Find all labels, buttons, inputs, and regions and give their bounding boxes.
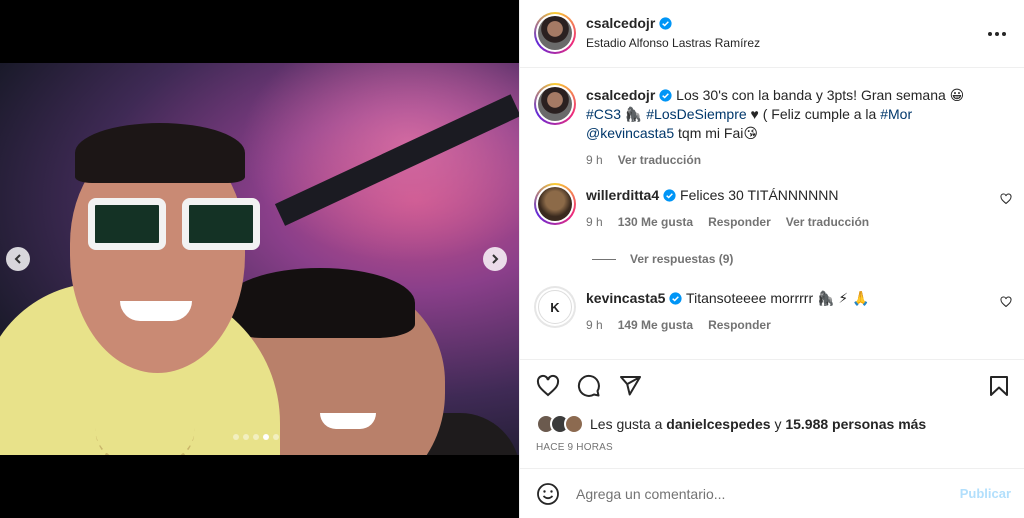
comment-username[interactable]: willerditta4	[586, 187, 659, 203]
header-username[interactable]: csalcedojr	[586, 15, 655, 31]
share-send-icon[interactable]	[618, 374, 642, 398]
like-heart-icon[interactable]	[536, 374, 560, 398]
likes-connector: y	[774, 416, 782, 432]
verified-badge-icon	[659, 89, 672, 102]
likes-prefix: Les gusta a	[590, 416, 663, 432]
gorilla-emoji: 🦍	[624, 106, 643, 122]
hashtag-losdesiempre[interactable]: #LosDeSiempre	[646, 106, 746, 122]
comment-time[interactable]: 9 h	[586, 316, 603, 335]
reply-button[interactable]: Responder	[708, 316, 771, 335]
likes-count[interactable]: 15.988 personas más	[785, 416, 926, 432]
slide-indicator	[233, 434, 279, 440]
right-lens	[182, 198, 260, 250]
previous-slide-button[interactable]	[6, 247, 30, 271]
person-1-sunglasses	[88, 198, 260, 250]
post-header: csalcedojr Estadio Alfonso Lastras Ramír…	[520, 0, 1024, 68]
slide-dot	[273, 434, 279, 440]
hashtag-mor[interactable]: #Mor	[880, 106, 912, 122]
person-2-smile	[320, 413, 376, 429]
slide-dot	[263, 434, 269, 440]
reply-button[interactable]: Responder	[708, 213, 771, 232]
verified-badge-icon	[669, 292, 682, 305]
comment-text: Felices 30 TITÁNNNNNN	[680, 187, 839, 203]
left-lens	[88, 198, 166, 250]
caption-avatar[interactable]	[534, 83, 576, 125]
view-replies-button[interactable]: Ver respuestas (9)	[592, 252, 733, 266]
verified-badge-icon	[659, 17, 672, 30]
liker-avatar	[564, 414, 584, 434]
next-slide-button[interactable]	[483, 247, 507, 271]
caption-text-2: ♥ ( Feliz cumple a la	[750, 106, 877, 122]
post-photo[interactable]	[0, 63, 519, 455]
comment-username[interactable]: kevincasta5	[586, 290, 665, 306]
chevron-left-icon	[14, 254, 21, 264]
slide-dot	[233, 434, 239, 440]
save-bookmark-icon[interactable]	[987, 374, 1011, 398]
liker-username[interactable]: danielcespedes	[666, 416, 770, 432]
emoji-picker-icon[interactable]	[536, 482, 560, 506]
person-1-chain	[95, 428, 195, 455]
like-comment-heart-icon[interactable]	[1000, 296, 1012, 308]
post-location[interactable]: Estadio Alfonso Lastras Ramírez	[586, 36, 760, 50]
mention-kevincasta5[interactable]: @kevincasta5	[586, 125, 674, 141]
comment-avatar[interactable]: K	[534, 286, 576, 328]
comment-time[interactable]: 9 h	[586, 213, 603, 232]
post-media	[0, 0, 519, 518]
more-options-button[interactable]	[985, 22, 1009, 46]
comment-bubble-icon[interactable]	[577, 374, 601, 398]
likes-summary: Les gusta a danielcespedes y 15.988 pers…	[536, 414, 926, 434]
translate-button[interactable]: Ver traducción	[786, 213, 869, 232]
action-bar	[520, 359, 1024, 409]
hashtag-cs3[interactable]: #CS3	[586, 106, 621, 122]
translate-button[interactable]: Ver traducción	[618, 151, 701, 170]
avatar[interactable]	[534, 12, 576, 54]
replies-divider	[592, 258, 616, 260]
post-sidebar: csalcedojr Estadio Alfonso Lastras Ramír…	[519, 0, 1024, 518]
person-1-smile	[120, 301, 192, 321]
post-timestamp[interactable]: HACE 9 HORAS	[536, 442, 613, 453]
comment-input[interactable]	[576, 483, 936, 505]
slide-dot	[253, 434, 259, 440]
caption-username[interactable]: csalcedojr	[586, 87, 655, 103]
verified-badge-icon	[663, 189, 676, 202]
caption-time[interactable]: 9 h	[586, 151, 603, 170]
add-comment-bar: Publicar	[520, 468, 1024, 518]
chevron-right-icon	[492, 254, 499, 264]
comment-avatar[interactable]	[534, 183, 576, 225]
caption-text-1: Los 30's con la banda y 3pts! Gran seman…	[676, 87, 965, 103]
caption-text-3: tqm mi Fai😘	[678, 125, 758, 141]
person-2-hair	[225, 268, 415, 338]
slide-dot	[243, 434, 249, 440]
comment-likes[interactable]: 130 Me gusta	[618, 213, 693, 232]
like-comment-heart-icon[interactable]	[1000, 193, 1012, 205]
comments-section: csalcedojr Los 30's con la banda y 3pts!…	[520, 68, 1024, 358]
person-1-hair	[75, 123, 245, 183]
comment-likes[interactable]: 149 Me gusta	[618, 316, 693, 335]
comment-text: Titansoteeee morrrrr 🦍 ⚡ 🙏	[686, 290, 870, 306]
publish-button[interactable]: Publicar	[960, 486, 1011, 501]
replies-label[interactable]: Ver respuestas (9)	[630, 252, 733, 266]
